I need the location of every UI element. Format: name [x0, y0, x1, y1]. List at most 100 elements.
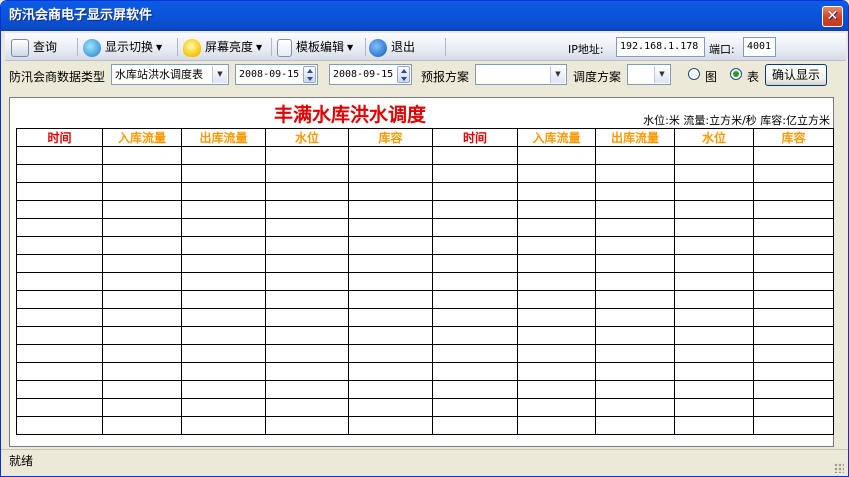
table-cell [517, 164, 596, 183]
table-row [16, 236, 834, 255]
spin-updown-icon[interactable] [397, 66, 410, 83]
table-cell [348, 290, 433, 309]
toolbar-separator [271, 38, 272, 56]
table-cell [753, 164, 834, 183]
table-cell [517, 200, 596, 219]
title-bar[interactable]: 防汛会商电子显示屏软件 ✕ [1, 1, 848, 31]
brightness-button[interactable]: 屏幕亮度 ▼ [183, 35, 262, 59]
table-row [16, 416, 834, 435]
table-body [16, 146, 834, 435]
table-cell [595, 326, 675, 345]
column-header: 出库流量 [181, 128, 266, 147]
table-row [16, 200, 834, 219]
table-cell [265, 254, 349, 273]
ip-address-input[interactable]: 192.168.1.178 [616, 37, 705, 57]
template-edit-button[interactable]: 模板编辑 ▼ [277, 35, 353, 59]
column-header: 库容 [348, 128, 433, 147]
table-cell [517, 236, 596, 255]
table-cell [16, 236, 103, 255]
resize-grip-icon[interactable] [834, 463, 844, 473]
table-cell [432, 236, 518, 255]
radio-table-label[interactable]: 表 [747, 68, 759, 85]
exit-label: 退出 [391, 40, 416, 54]
table-cell [432, 362, 518, 381]
table-cell [16, 416, 103, 435]
table-cell [348, 326, 433, 345]
confirm-display-button[interactable]: 确认显示 [765, 64, 827, 86]
column-header: 水位 [265, 128, 349, 147]
chevron-down-icon[interactable]: ▼ [212, 66, 227, 83]
radio-table[interactable] [730, 68, 742, 80]
table-cell [595, 182, 675, 201]
display-switch-button[interactable]: 显示切换 ▼ [83, 35, 162, 59]
column-header: 时间 [432, 128, 518, 147]
table-cell [753, 218, 834, 237]
table-cell [348, 344, 433, 363]
query-button[interactable]: 查询 [11, 35, 57, 59]
table-cell [181, 200, 266, 219]
port-input[interactable]: 4001 [743, 37, 776, 57]
table-cell [348, 146, 433, 165]
display-board: 丰满水库洪水调度 水位:米 流量:立方米/秒 库容:亿立方米 时间 入库流量 出库流… [9, 97, 834, 447]
toolbar: 查询 显示切换 ▼ 屏幕亮度 ▼ 模板编辑 ▼ 退出 IP地址: 192.168.1.… [5, 33, 846, 61]
forecast-select[interactable]: ▼ [475, 64, 567, 85]
chevron-down-icon[interactable]: ▼ [156, 43, 162, 52]
close-button[interactable]: ✕ [822, 6, 843, 27]
start-date-picker[interactable]: 2008-09-15 [235, 64, 318, 85]
table-cell [432, 290, 518, 309]
table-cell [674, 182, 754, 201]
toolbar-separator [77, 38, 78, 56]
table-cell [265, 380, 349, 399]
table-cell [102, 218, 182, 237]
template-edit-label: 模板编辑 [296, 40, 345, 54]
chevron-down-icon[interactable]: ▼ [256, 43, 262, 52]
spin-updown-icon[interactable] [303, 66, 316, 83]
radio-chart[interactable] [688, 68, 700, 80]
table-cell [432, 416, 518, 435]
table-row [16, 272, 834, 291]
table-cell [595, 218, 675, 237]
display-switch-label: 显示切换 [105, 40, 154, 54]
table-cell [265, 272, 349, 291]
table-cell [348, 398, 433, 417]
table-cell [265, 308, 349, 327]
flood-dispatch-table: 时间 入库流量 出库流量 水位 库容 时间 入库流量 出库流量 水位 库容 [16, 128, 834, 435]
table-row [16, 164, 834, 183]
brightness-label: 屏幕亮度 [205, 40, 254, 54]
table-cell [181, 380, 266, 399]
table-cell [753, 272, 834, 291]
column-header: 时间 [16, 128, 103, 147]
table-cell [517, 326, 596, 345]
table-cell [102, 416, 182, 435]
table-cell [265, 218, 349, 237]
table-cell [181, 416, 266, 435]
table-cell [16, 326, 103, 345]
table-cell [753, 398, 834, 417]
query-label: 查询 [33, 40, 58, 54]
table-cell [102, 236, 182, 255]
end-date-picker[interactable]: 2008-09-15 [329, 64, 412, 85]
table-cell [102, 290, 182, 309]
table-cell [753, 416, 834, 435]
table-row [16, 254, 834, 273]
table-cell [517, 416, 596, 435]
table-cell [753, 254, 834, 273]
table-cell [181, 308, 266, 327]
table-row [16, 218, 834, 237]
magnifier-icon [11, 38, 29, 57]
chevron-down-icon[interactable]: ▼ [654, 66, 669, 83]
column-header: 水位 [674, 128, 754, 147]
data-type-select[interactable]: 水库站洪水调度表 ▼ [111, 64, 229, 85]
chevron-down-icon[interactable]: ▼ [347, 43, 353, 52]
table-row [16, 308, 834, 327]
table-cell [674, 344, 754, 363]
table-cell [753, 182, 834, 201]
dispatch-select[interactable]: ▼ [627, 64, 671, 85]
table-cell [16, 344, 103, 363]
exit-button[interactable]: 退出 [369, 35, 415, 59]
table-cell [674, 326, 754, 345]
chevron-down-icon[interactable]: ▼ [550, 66, 565, 83]
radio-chart-label[interactable]: 图 [705, 68, 717, 85]
table-cell [265, 362, 349, 381]
window-title: 防汛会商电子显示屏软件 [9, 8, 153, 23]
